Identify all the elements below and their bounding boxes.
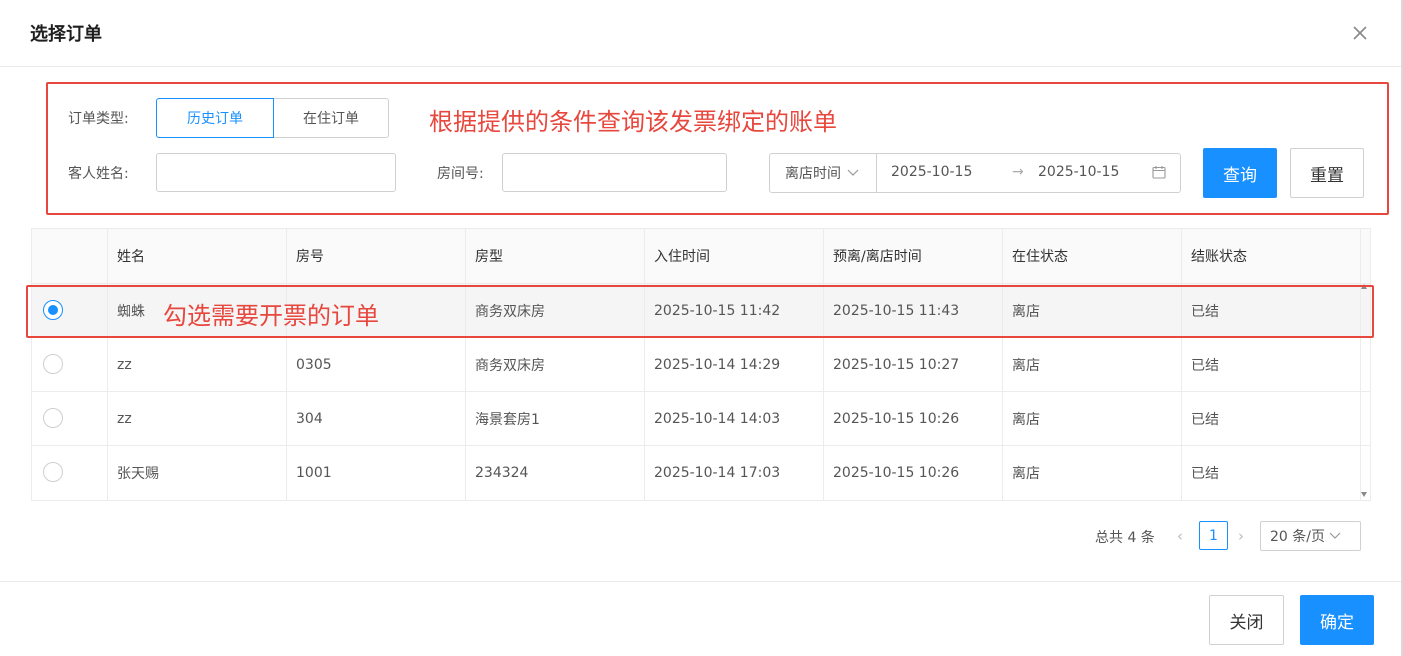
row-annotation-text: 勾选需要开票的订单 (163, 302, 379, 330)
table-header: 姓名 房号 房型 入住时间 预离/离店时间 在住状态 结账状态 (32, 229, 1370, 284)
room-cell: 1001 (286, 446, 466, 500)
room-type-cell: 商务双床房 (465, 338, 645, 391)
row-radio[interactable] (43, 354, 63, 374)
filter-annotation-text: 根据提供的条件查询该发票绑定的账单 (429, 108, 837, 136)
dialog-title: 选择订单 (30, 24, 102, 45)
room-no-label: 房间号: (437, 166, 484, 182)
column-header-checkout: 预离/离店时间 (823, 229, 1003, 283)
stay-status-cell: 离店 (1002, 392, 1182, 445)
orders-table: 姓名 房号 房型 入住时间 预离/离店时间 在住状态 结账状态 蜘蛛 商务双床房… (31, 228, 1371, 501)
date-start-input[interactable]: 2025-10-15 (891, 164, 972, 180)
checkout-cell: 2025-10-15 10:26 (823, 446, 1003, 500)
calendar-icon[interactable] (1152, 165, 1166, 183)
scroll-down-icon[interactable] (1361, 492, 1367, 497)
checkout-cell: 2025-10-15 10:26 (823, 392, 1003, 445)
reset-button[interactable]: 重置 (1290, 148, 1364, 198)
date-type-select[interactable]: 离店时间 (770, 154, 877, 192)
room-type-cell: 234324 (465, 446, 645, 500)
select-cell (32, 446, 108, 500)
checkin-cell: 2025-10-14 17:03 (644, 446, 824, 500)
page-size-value: 20 条/页 (1270, 529, 1325, 545)
table-row[interactable]: zz 0305 商务双床房 2025-10-14 14:29 2025-10-1… (32, 338, 1370, 392)
page-number-button[interactable]: 1 (1199, 521, 1228, 550)
tab-history-orders[interactable]: 历史订单 (156, 98, 274, 138)
stay-status-cell: 离店 (1002, 446, 1182, 500)
close-button[interactable]: 关闭 (1209, 595, 1284, 645)
room-no-input[interactable] (502, 153, 727, 192)
select-cell (32, 392, 108, 445)
next-page-button[interactable]: › (1238, 527, 1244, 545)
name-cell: 张天赐 (107, 446, 287, 500)
column-header-name: 姓名 (107, 229, 287, 283)
name-cell: zz (107, 392, 287, 445)
bill-status-cell: 已结 (1181, 446, 1361, 500)
select-order-dialog: 选择订单 根据提供的条件查询该发票绑定的账单 订单类型: 历史订单 在住订单 客… (0, 0, 1403, 656)
column-header-room: 房号 (286, 229, 466, 283)
chevron-down-icon (1329, 528, 1341, 544)
column-header-checkin: 入住时间 (644, 229, 824, 283)
column-header-select (32, 229, 108, 283)
bill-status-cell: 已结 (1181, 392, 1361, 445)
order-type-label: 订单类型: (68, 111, 129, 127)
page-size-select[interactable]: 20 条/页 (1260, 521, 1361, 551)
query-button[interactable]: 查询 (1203, 148, 1277, 198)
checkin-cell: 2025-10-14 14:29 (644, 338, 824, 391)
confirm-button[interactable]: 确定 (1300, 595, 1374, 645)
arrow-right-icon: → (1012, 164, 1024, 180)
column-header-room-type: 房型 (465, 229, 645, 283)
dialog-header: 选择订单 (0, 0, 1401, 67)
name-cell: zz (107, 338, 287, 391)
tab-current-orders[interactable]: 在住订单 (273, 98, 389, 138)
date-range-picker: 离店时间 2025-10-15 → 2025-10-15 (769, 153, 1181, 193)
column-header-bill-status: 结账状态 (1181, 229, 1361, 283)
footer-divider (0, 581, 1401, 582)
pagination-total: 总共 4 条 (1095, 530, 1155, 546)
table-row[interactable]: 张天赐 1001 234324 2025-10-14 17:03 2025-10… (32, 446, 1370, 500)
close-icon[interactable] (1349, 22, 1371, 44)
room-type-cell: 海景套房1 (465, 392, 645, 445)
guest-name-label: 客人姓名: (68, 166, 129, 182)
room-cell: 0305 (286, 338, 466, 391)
row-radio[interactable] (43, 462, 63, 482)
select-cell (32, 338, 108, 391)
checkin-cell: 2025-10-14 14:03 (644, 392, 824, 445)
date-type-value: 离店时间 (785, 166, 841, 182)
date-end-input[interactable]: 2025-10-15 (1038, 164, 1119, 180)
row-radio[interactable] (43, 408, 63, 428)
guest-name-input[interactable] (156, 153, 396, 192)
bill-status-cell: 已结 (1181, 338, 1361, 391)
table-row[interactable]: zz 304 海景套房1 2025-10-14 14:03 2025-10-15… (32, 392, 1370, 446)
checkout-cell: 2025-10-15 10:27 (823, 338, 1003, 391)
chevron-down-icon (847, 165, 859, 181)
column-header-stay-status: 在住状态 (1002, 229, 1182, 283)
prev-page-button[interactable]: ‹ (1177, 527, 1183, 545)
room-cell: 304 (286, 392, 466, 445)
stay-status-cell: 离店 (1002, 338, 1182, 391)
